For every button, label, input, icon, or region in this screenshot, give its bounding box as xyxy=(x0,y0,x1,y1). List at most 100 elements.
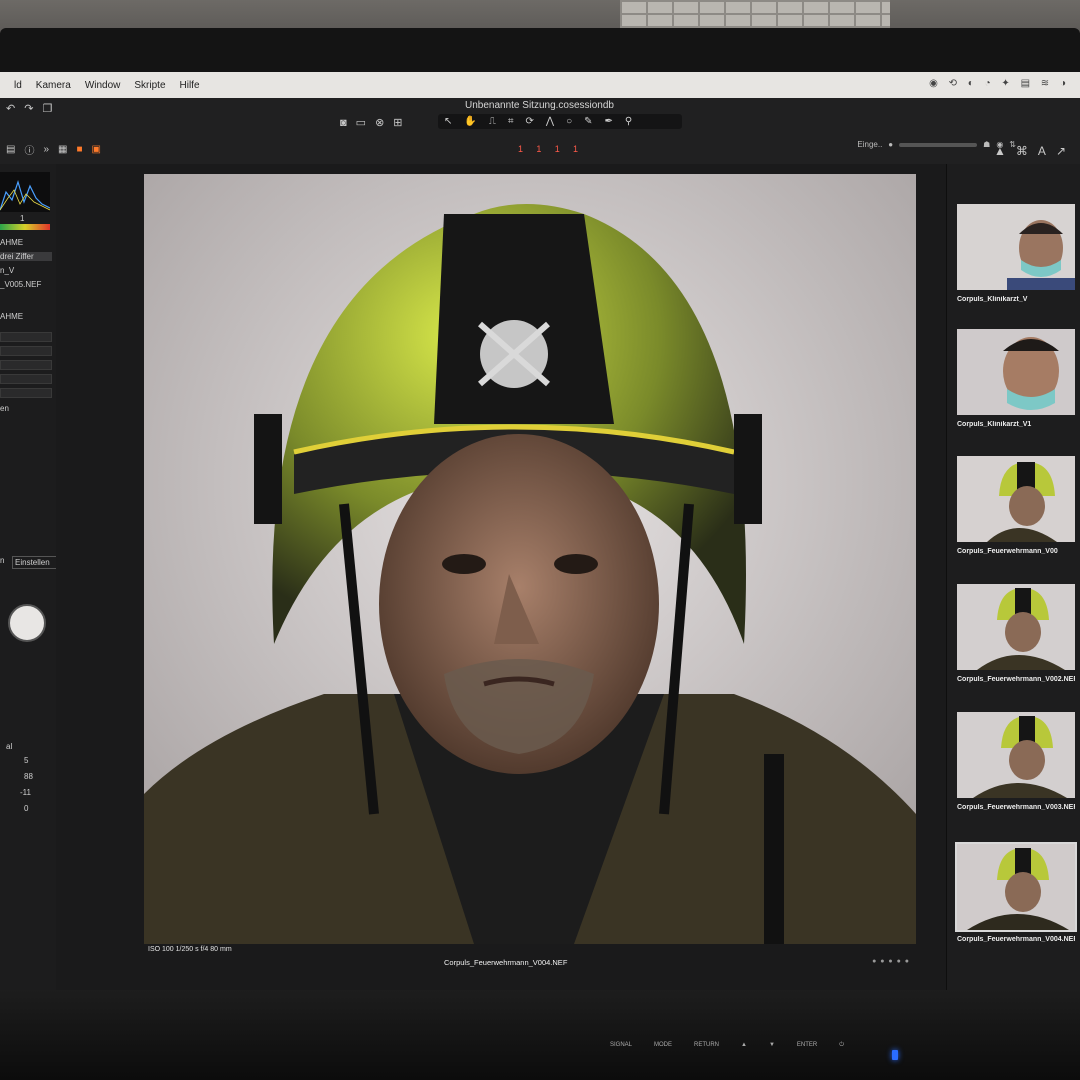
thumbnail-label: Corpuls_Feuerwehrmann_V002.NEF xyxy=(957,676,1075,683)
exif-info: ISO 100 1/250 s f/4 80 mm xyxy=(148,946,232,953)
doctor-thumb xyxy=(957,204,1075,290)
naming-field[interactable]: drei Ziffer xyxy=(0,252,52,261)
power-led-icon xyxy=(892,1050,898,1060)
histogram-graph xyxy=(0,180,51,211)
arrow-icon[interactable]: ↗ xyxy=(1056,144,1066,158)
page-mark: 1 xyxy=(536,144,555,154)
field-bar[interactable] xyxy=(0,388,52,398)
file-name-label: _V005.NEF xyxy=(0,280,42,289)
menu-item-hilfe[interactable]: Hilfe xyxy=(180,80,200,91)
circle-x-icon[interactable]: ⊗ xyxy=(375,116,384,129)
tool-panel: 1 AHME drei Ziffer n_V _V005.NEF AHME en… xyxy=(0,164,70,992)
keystone-icon[interactable]: ⋀ xyxy=(546,116,554,127)
undo-icon[interactable]: ↶ xyxy=(6,102,15,115)
stamp-icon[interactable]: ⎍ xyxy=(489,116,496,127)
pointer-icon[interactable]: ↖ xyxy=(444,116,452,127)
image-browser: Corpuls_Klinikarzt_V Corpuls_Klinikarzt_… xyxy=(946,164,1080,992)
pan-icon[interactable]: ✋ xyxy=(464,116,476,127)
circle-icon[interactable]: ○ xyxy=(566,116,572,127)
monitor-base xyxy=(0,990,1080,1080)
return-button[interactable]: RETURN xyxy=(694,1042,719,1049)
view-tools-group: ◙ ▭ ⊗ ⊞ xyxy=(340,116,403,130)
rotate-icon[interactable]: ⟳ xyxy=(525,116,533,127)
grid-view-icon[interactable]: ▦ xyxy=(58,144,67,155)
menu-item-skripte[interactable]: Skripte xyxy=(134,80,165,91)
text-icon[interactable]: A xyxy=(1038,144,1046,158)
thumbnail-item[interactable]: Corpuls_Klinikarzt_V xyxy=(957,204,1075,303)
enter-button[interactable]: ENTER xyxy=(797,1042,817,1049)
thumbnail-item-selected[interactable]: Corpuls_Feuerwehrmann_V004.NEF xyxy=(955,842,1077,943)
redo-icon[interactable]: ↷ xyxy=(24,102,33,115)
firefighter-thumb xyxy=(957,584,1075,670)
library-icon[interactable]: ▤ xyxy=(6,144,15,155)
mode-button[interactable]: MODE xyxy=(654,1042,672,1049)
thumbnail-image[interactable] xyxy=(957,204,1075,290)
thumbnail-item[interactable]: Corpuls_Klinikarzt_V1 xyxy=(957,329,1075,428)
firefighter-thumb xyxy=(957,712,1075,798)
doctor-thumb xyxy=(957,329,1075,415)
crop-icon[interactable]: ⌗ xyxy=(508,116,514,127)
menu-item-kamera[interactable]: Kamera xyxy=(36,80,71,91)
browser-controls: Einge.. ● ☗ ◉ ⇅ xyxy=(857,140,1016,149)
more-icon[interactable]: » xyxy=(43,144,49,155)
panel-label: AHME xyxy=(0,238,24,247)
thumbnail-label: Corpuls_Feuerwehrmann_V00 xyxy=(957,548,1058,555)
firefighter-thumb xyxy=(957,456,1075,542)
menu-bar: ld Kamera Window Skripte Hilfe ◉ ⟲ ◐ ◔ ✦… xyxy=(0,72,1080,98)
panel-label: al xyxy=(6,742,13,751)
undo-redo-group: ↶ ↷ ❐ xyxy=(6,102,52,115)
white-balance-picker[interactable] xyxy=(8,604,46,642)
menu-item[interactable]: ld xyxy=(14,80,22,91)
adjust-tab-icon[interactable]: ▣ xyxy=(92,144,101,155)
thumbnail-item[interactable]: Corpuls_Feuerwehrmann_V002.NEF xyxy=(957,584,1075,683)
cursor-tools-strip: ↖ ✋ ⎍ ⌗ ⟳ ⋀ ○ ✎ ✒ ⚲ xyxy=(438,114,682,129)
thumbnail-item[interactable]: Corpuls_Feuerwehrmann_V003.NEF xyxy=(957,712,1075,811)
copy-icon[interactable]: ❐ xyxy=(42,102,52,115)
system-tray-icons: ◉ ⟲ ◐ ◔ ✦ ▤ ≋ ◑ xyxy=(929,78,1070,89)
thumbnail-item[interactable]: Corpuls_Feuerwehrmann_V00 xyxy=(957,456,1075,555)
thumbnail-size-slider[interactable] xyxy=(899,142,978,147)
eye-icon[interactable]: ◉ xyxy=(996,140,1003,149)
panel-label: en xyxy=(0,404,9,413)
thumbnail-image[interactable] xyxy=(957,329,1075,415)
person-icon[interactable]: ☗ xyxy=(983,140,990,149)
thumbnail-image[interactable] xyxy=(957,584,1075,670)
down-button[interactable]: ▼ xyxy=(769,1042,775,1049)
up-button[interactable]: ▲ xyxy=(741,1042,747,1049)
user-icon[interactable]: ● xyxy=(888,140,893,149)
field-bar[interactable] xyxy=(0,346,52,356)
brush-icon[interactable]: ✎ xyxy=(584,116,592,127)
field-bar[interactable] xyxy=(0,360,52,370)
thumbnail-image[interactable] xyxy=(957,712,1075,798)
eyedropper-icon[interactable]: ⚲ xyxy=(625,116,632,127)
thumbnail-image[interactable] xyxy=(957,456,1075,542)
thumbnail-image[interactable] xyxy=(955,842,1077,932)
firefighter-portrait xyxy=(144,174,916,944)
page-mark: 1 xyxy=(554,144,574,154)
thumbnail-label: Corpuls_Feuerwehrmann_V003.NEF xyxy=(957,804,1075,811)
grid-icon[interactable]: ⊞ xyxy=(393,116,402,129)
info-icon[interactable]: ⓘ xyxy=(24,142,34,157)
field-bar[interactable] xyxy=(0,332,52,342)
viewer-filename: Corpuls_Feuerwehrmann_V004.NEF xyxy=(444,958,568,967)
sort-icon[interactable]: ⇅ xyxy=(1009,140,1016,149)
page-marks: 1111 xyxy=(518,144,592,154)
panel-label: n_V xyxy=(0,266,15,275)
session-title: Unbenannte Sitzung.cosessiondb xyxy=(465,100,614,111)
rating-dots[interactable]: ● ● ● ● ● xyxy=(872,958,910,965)
photo-info-bar: ISO 100 1/250 s f/4 80 mm Corpuls_Feuerw… xyxy=(144,944,916,967)
pen-icon[interactable]: ✒ xyxy=(605,116,613,127)
power-button[interactable]: ⏻ xyxy=(839,1042,844,1049)
color-tab-icon[interactable]: ■ xyxy=(76,144,82,155)
menu-item-window[interactable]: Window xyxy=(85,80,121,91)
signal-button[interactable]: SIGNAL xyxy=(610,1042,632,1049)
focus-icon[interactable]: ⌘ xyxy=(1016,144,1028,158)
camera-icon[interactable]: ◙ xyxy=(340,117,347,129)
battery-icon[interactable]: ▭ xyxy=(356,116,366,129)
monitor-buttons: SIGNAL MODE RETURN ▲ ▼ ENTER ⏻ xyxy=(610,1042,844,1049)
image-viewer[interactable]: ISO 100 1/250 s f/4 80 mm Corpuls_Feuerw… xyxy=(56,164,946,992)
thumbnail-label: Corpuls_Klinikarzt_V1 xyxy=(957,421,1032,428)
exposure-bar xyxy=(0,224,50,230)
field-bar[interactable] xyxy=(0,374,52,384)
main-photo[interactable] xyxy=(144,174,916,944)
